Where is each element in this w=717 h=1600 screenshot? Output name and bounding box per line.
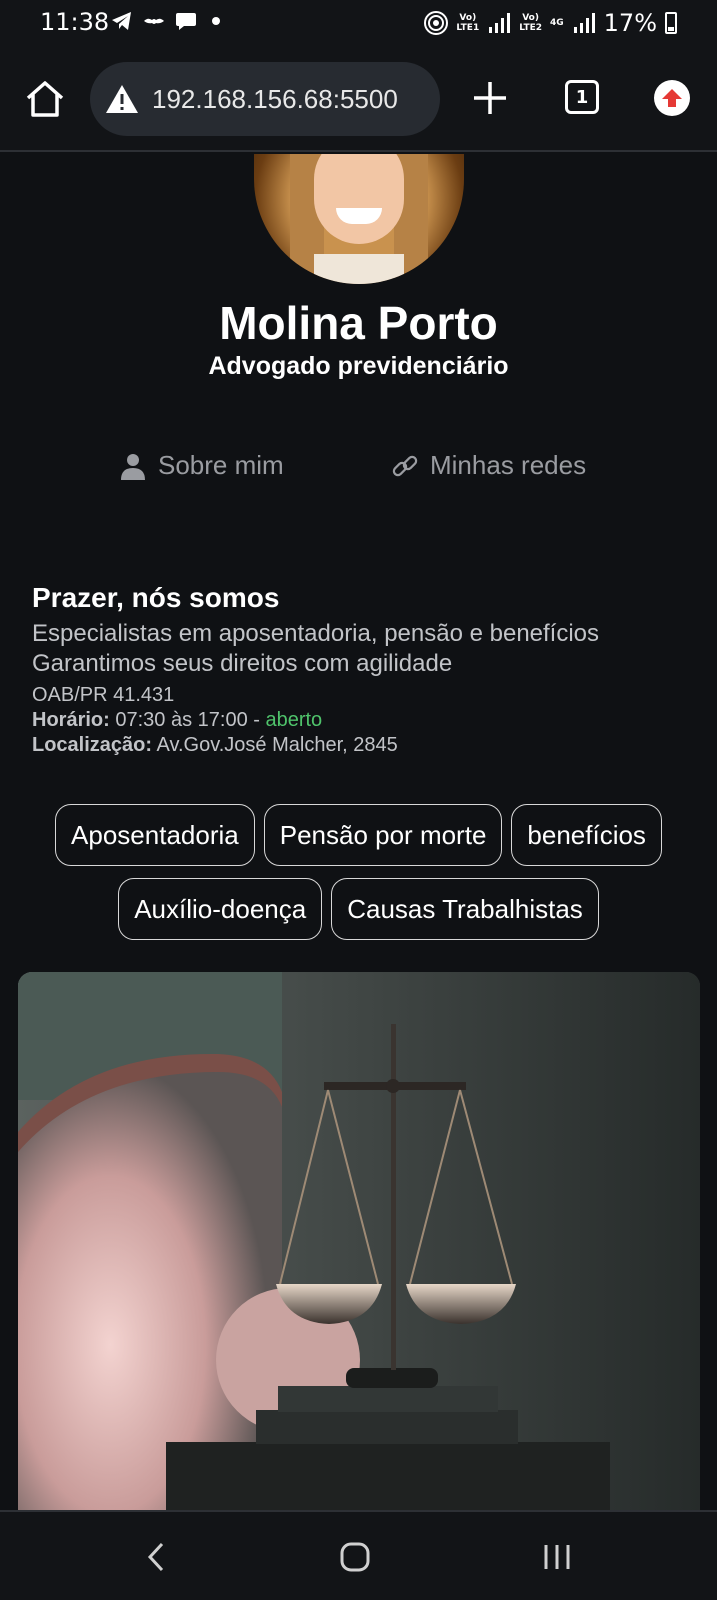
- profile-name: Molina Porto: [219, 297, 498, 349]
- hours-label: Horário:: [32, 709, 110, 731]
- scales-illustration: [18, 972, 700, 1510]
- browser-toolbar: 192.168.156.68:5500 1: [0, 48, 717, 152]
- service-chips: Aposentadoria Pensão por morte benefício…: [0, 804, 717, 952]
- status-bar: 11:38 Vo) LTE1 Vo) LTE2 4G 17%: [0, 0, 717, 48]
- about-title: Prazer, nós somos: [32, 582, 280, 613]
- page-content: Molina Porto Advogado previdenciário Sob…: [0, 154, 717, 1510]
- hours-row: Horário: 07:30 às 17:00 - aberto: [32, 709, 692, 732]
- oab-number: OAB/PR 41.431: [32, 684, 175, 706]
- chip-pensao-por-morte[interactable]: Pensão por morte: [263, 804, 503, 866]
- tab-label: Minhas redes: [430, 450, 587, 480]
- recent-apps-icon[interactable]: [540, 1540, 574, 1574]
- about-line: Especialistas em aposentadoria, pensão e…: [32, 620, 600, 647]
- tab-label: Sobre mim: [158, 450, 284, 480]
- url-text: 192.168.156.68:5500: [152, 83, 398, 114]
- telegram-icon: [112, 12, 131, 30]
- home-icon[interactable]: [22, 76, 68, 122]
- address-bar[interactable]: 192.168.156.68:5500: [90, 62, 440, 136]
- avatar: [254, 154, 464, 284]
- tab-minhas-redes[interactable]: Minhas redes: [390, 450, 586, 481]
- signal-icon: [489, 13, 511, 33]
- update-button[interactable]: [654, 80, 690, 116]
- tab-switcher-button[interactable]: 1: [565, 80, 599, 114]
- hours-value: 07:30 às 17:00 -: [115, 709, 266, 731]
- network-gen: 4G: [550, 18, 564, 28]
- signal-icon: [573, 13, 595, 33]
- more-notifications-dot: [212, 17, 220, 25]
- sim1-network: Vo) LTE1: [456, 13, 480, 33]
- system-nav-bar: [0, 1510, 717, 1600]
- about-line: Garantimos seus direitos com agilidade: [32, 650, 453, 677]
- link-icon: [392, 455, 418, 476]
- system-icons: Vo) LTE1 Vo) LTE2 4G 17%: [424, 9, 677, 37]
- tab-sobre-mim[interactable]: Sobre mim: [118, 450, 284, 481]
- location-value: Av.Gov.José Malcher, 2845: [156, 734, 398, 756]
- person-icon: [121, 453, 145, 480]
- chip-auxilio-doenca[interactable]: Auxílio-doença: [118, 878, 323, 940]
- chip-aposentadoria[interactable]: Aposentadoria: [55, 804, 255, 866]
- back-icon[interactable]: [140, 1540, 174, 1574]
- profile-role: Advogado previdenciário: [208, 352, 509, 380]
- status-badge: aberto: [265, 709, 323, 731]
- handshake-icon: [144, 18, 164, 24]
- warning-icon[interactable]: [104, 83, 140, 115]
- chip-causas-trabalhistas[interactable]: Causas Trabalhistas: [331, 878, 599, 940]
- hero-image-scales-of-justice: [18, 972, 700, 1510]
- home-nav-icon[interactable]: [338, 1540, 372, 1574]
- chip-row: Auxílio-doença Causas Trabalhistas: [0, 878, 717, 940]
- notification-icons: [110, 9, 220, 33]
- battery-percent: 17%: [603, 9, 657, 37]
- location-row: Localização: Av.Gov.José Malcher, 2845: [32, 734, 692, 757]
- profile-tabs: Sobre mim Minhas redes: [0, 450, 717, 490]
- battery-icon: [665, 12, 677, 34]
- arrow-up-icon: [662, 89, 682, 107]
- about-section: Prazer, nós somos Especialistas em apose…: [32, 582, 692, 757]
- location-label: Localização:: [32, 734, 153, 756]
- chip-row: Aposentadoria Pensão por morte benefício…: [0, 804, 717, 866]
- sim2-network: Vo) LTE2: [519, 13, 542, 33]
- chip-beneficios[interactable]: benefícios: [511, 804, 662, 866]
- status-time: 11:38: [40, 8, 110, 36]
- chat-bubble-icon: [176, 13, 196, 30]
- new-tab-icon[interactable]: [470, 78, 510, 118]
- hotspot-icon: [424, 11, 449, 35]
